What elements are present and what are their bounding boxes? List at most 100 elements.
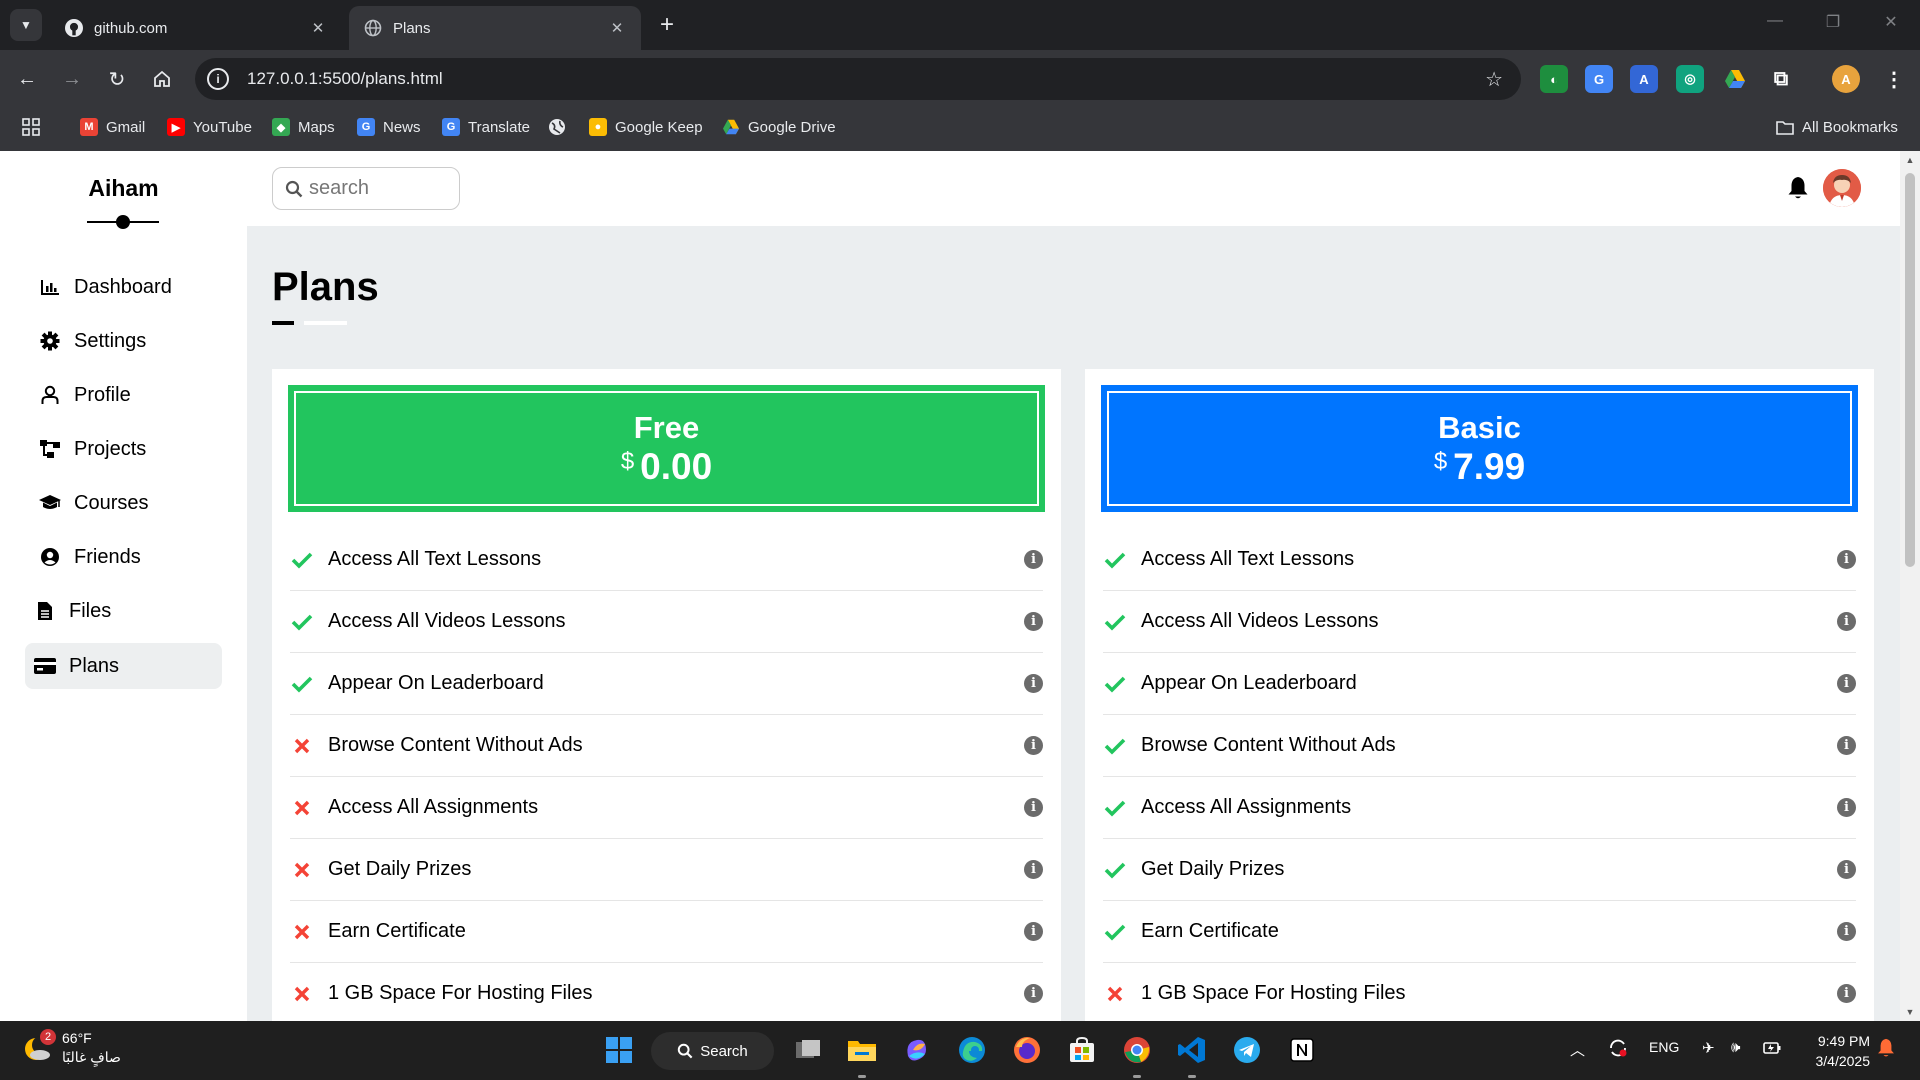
extension-language-icon[interactable]: A [1630, 65, 1658, 93]
extensions-puzzle-icon[interactable]: ⧉ [1767, 65, 1795, 93]
back-icon[interactable]: ← [12, 64, 42, 94]
notion-icon[interactable] [1283, 1031, 1321, 1069]
telegram-icon[interactable] [1228, 1031, 1266, 1069]
info-icon[interactable]: i [1024, 922, 1043, 941]
reload-icon[interactable]: ↻ [102, 64, 132, 94]
taskbar-search[interactable]: Search [651, 1032, 774, 1070]
profile-avatar-icon[interactable]: A [1832, 65, 1860, 93]
bookmark-star-icon[interactable]: ☆ [1485, 67, 1503, 92]
tab-search-dropdown[interactable]: ▼ [10, 9, 42, 41]
forward-icon[interactable]: → [57, 64, 87, 94]
bookmark-news[interactable]: G News [357, 118, 421, 136]
info-icon[interactable]: i [1024, 674, 1043, 693]
microsoft-store-icon[interactable] [1063, 1031, 1101, 1069]
file-explorer-icon[interactable] [843, 1031, 881, 1069]
sidebar-item-profile[interactable]: Profile [25, 372, 222, 418]
sidebar-item-plans[interactable]: Plans [25, 643, 222, 689]
extension-chatgpt-icon[interactable]: ◎ [1676, 65, 1704, 93]
bookmark-maps[interactable]: ◆ Maps [272, 118, 335, 136]
task-view-icon[interactable] [789, 1031, 827, 1069]
bookmark-globe[interactable] [548, 118, 566, 136]
bookmark-google-keep[interactable]: ● Google Keep [589, 118, 703, 136]
site-info-icon[interactable]: i [207, 68, 229, 90]
close-tab-icon[interactable]: ✕ [308, 19, 328, 37]
close-tab-icon[interactable]: ✕ [607, 19, 627, 37]
sidebar-item-projects[interactable]: Projects [25, 426, 222, 472]
info-icon[interactable]: i [1024, 798, 1043, 817]
feature-row: Access All Assignments i [1103, 777, 1856, 839]
extension-drive-icon[interactable] [1721, 65, 1749, 93]
minimize-icon[interactable]: — [1760, 12, 1790, 30]
battery-icon[interactable] [1762, 1039, 1782, 1061]
info-icon[interactable]: i [1837, 984, 1856, 1003]
extension-earth-icon[interactable]: ◐ [1540, 65, 1568, 93]
feature-row: Access All Text Lessons i [290, 529, 1043, 591]
scroll-thumb[interactable] [1905, 173, 1915, 567]
browser-tab-plans[interactable]: Plans ✕ [349, 6, 641, 50]
restore-icon[interactable]: ❐ [1818, 12, 1848, 32]
url-text[interactable]: 127.0.0.1:5500/plans.html [247, 69, 1485, 89]
sidebar-item-settings[interactable]: Settings [25, 318, 222, 364]
info-icon[interactable]: i [1024, 736, 1043, 755]
running-indicator [1133, 1075, 1141, 1078]
chrome-icon[interactable] [1118, 1031, 1156, 1069]
extension-translate-icon[interactable]: G [1585, 65, 1613, 93]
bell-icon[interactable] [1786, 175, 1810, 206]
windows-start-icon[interactable] [600, 1031, 638, 1069]
info-icon[interactable]: i [1837, 674, 1856, 693]
copilot-icon[interactable] [898, 1031, 936, 1069]
sidebar-item-friends[interactable]: Friends [25, 534, 222, 580]
feature-label: Browse Content Without Ads [328, 734, 583, 756]
browser-tab-github[interactable]: github.com ✕ [50, 6, 342, 50]
close-window-icon[interactable]: ✕ [1876, 12, 1906, 32]
file-icon [30, 601, 60, 621]
sidebar-item-dashboard[interactable]: Dashboard [25, 264, 222, 310]
feature-row: Access All Assignments i [290, 777, 1043, 839]
new-tab-button[interactable]: + [652, 10, 682, 40]
weather-widget[interactable]: 2 66°F صافٍ غالبًا [22, 1029, 121, 1067]
notification-bell-icon[interactable] [1876, 1037, 1896, 1063]
info-icon[interactable]: i [1837, 550, 1856, 569]
bookmark-google-drive[interactable]: Google Drive [722, 118, 836, 136]
clock[interactable]: 9:49 PM 3/4/2025 [1800, 1031, 1871, 1071]
info-icon[interactable]: i [1024, 860, 1043, 879]
scroll-up-icon[interactable]: ▲ [1900, 155, 1920, 165]
scroll-down-icon[interactable]: ▼ [1900, 1007, 1920, 1017]
info-icon[interactable]: i [1024, 550, 1043, 569]
info-icon[interactable]: i [1837, 922, 1856, 941]
bookmark-translate[interactable]: G Translate [442, 118, 530, 136]
address-bar[interactable]: i 127.0.0.1:5500/plans.html ☆ [195, 58, 1521, 100]
bookmark-label: Translate [468, 118, 530, 136]
avatar[interactable] [1823, 169, 1861, 207]
feature-label: Get Daily Prizes [1141, 858, 1285, 880]
bookmark-label: Google Keep [615, 118, 703, 136]
info-icon[interactable]: i [1024, 984, 1043, 1003]
language-indicator[interactable]: ENG [1649, 1039, 1679, 1055]
edge-browser-icon[interactable] [953, 1031, 991, 1069]
info-icon[interactable]: i [1837, 612, 1856, 631]
sync-icon[interactable] [1607, 1037, 1629, 1063]
all-bookmarks-button[interactable]: All Bookmarks [1776, 118, 1898, 136]
info-icon[interactable]: i [1024, 612, 1043, 631]
page-scrollbar[interactable]: ▲ ▼ [1900, 151, 1920, 1021]
weather-temp: 66°F [62, 1030, 92, 1046]
vscode-icon[interactable] [1173, 1031, 1211, 1069]
x-icon [290, 924, 314, 940]
bookmark-gmail[interactable]: M Gmail [80, 118, 145, 136]
chrome-menu-icon[interactable]: ⋮ [1880, 65, 1908, 93]
sidebar-item-courses[interactable]: Courses [25, 480, 222, 526]
firefox-icon[interactable] [1008, 1031, 1046, 1069]
sidebar-item-files[interactable]: Files [25, 588, 222, 634]
search-input[interactable]: search [272, 167, 460, 210]
home-icon[interactable] [147, 64, 177, 94]
airplane-mode-icon[interactable]: ✈ [1702, 1039, 1715, 1057]
info-icon[interactable]: i [1837, 736, 1856, 755]
show-hidden-icons-icon[interactable]: ︿ [1570, 1039, 1585, 1060]
apps-grid-icon[interactable] [22, 118, 40, 136]
volume-icon[interactable]: 🕪 [1731, 1039, 1740, 1056]
plan-card-free: Free $0.00 Access All Text Lessons i Acces… [272, 369, 1061, 1021]
price-value: 7.99 [1453, 445, 1526, 487]
info-icon[interactable]: i [1837, 860, 1856, 879]
bookmark-youtube[interactable]: ▶ YouTube [167, 118, 252, 136]
info-icon[interactable]: i [1837, 798, 1856, 817]
